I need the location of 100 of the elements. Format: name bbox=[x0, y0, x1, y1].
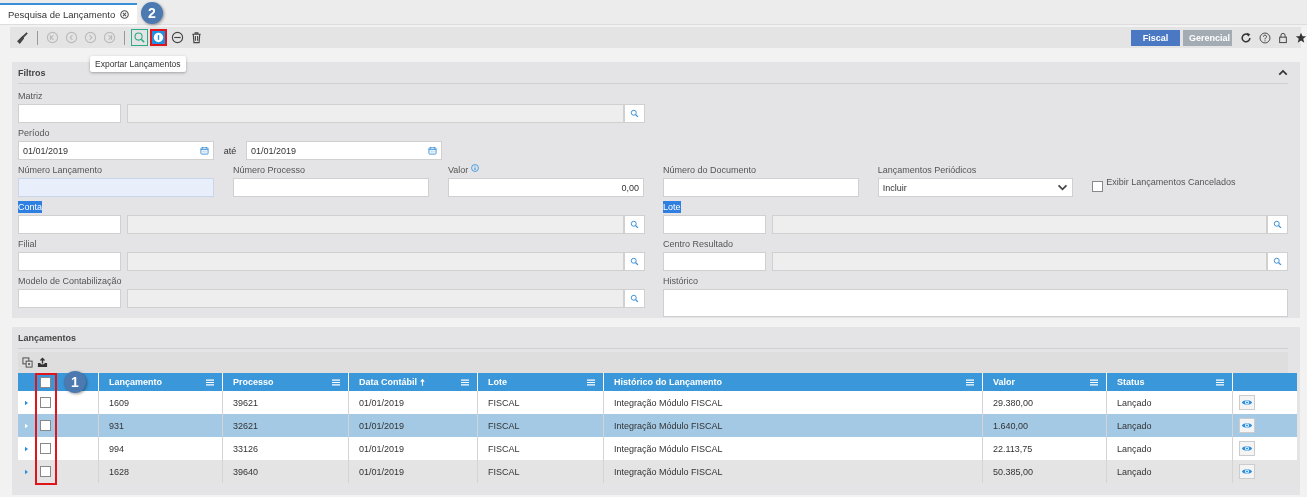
row-checkbox[interactable] bbox=[40, 397, 51, 408]
field-label: Filial bbox=[18, 238, 37, 250]
code-field[interactable] bbox=[663, 215, 766, 234]
expand-caret-icon[interactable] bbox=[25, 399, 28, 406]
amount-field[interactable]: 0,00 bbox=[448, 178, 644, 197]
field-label: Lançamentos Periódicos bbox=[877, 164, 977, 176]
search-icon[interactable] bbox=[630, 257, 639, 266]
text-field[interactable] bbox=[18, 178, 214, 197]
export-icon[interactable] bbox=[37, 357, 48, 368]
code-field[interactable] bbox=[18, 289, 121, 308]
description-field[interactable] bbox=[772, 215, 1267, 234]
search-button[interactable] bbox=[624, 215, 645, 234]
callout-badge: 2 bbox=[141, 2, 163, 24]
field-label: Histórico bbox=[663, 275, 698, 287]
checkbox[interactable] bbox=[1092, 181, 1104, 192]
expand-caret-icon[interactable] bbox=[25, 468, 28, 475]
code-field[interactable] bbox=[18, 252, 121, 271]
table-cell: FISCAL bbox=[477, 391, 603, 414]
column-menu-icon[interactable] bbox=[587, 378, 595, 386]
copy-icon[interactable] bbox=[22, 357, 33, 368]
panel-title: Lançamentos bbox=[18, 332, 77, 343]
table-cell: 32621 bbox=[222, 414, 348, 437]
refresh-icon[interactable] bbox=[1240, 31, 1252, 44]
table-row[interactable]: 1628 39640 01/01/2019 FISCAL Integração Módulo FISCAL 50.385,00 Lançado bbox=[18, 460, 1297, 483]
table-cell: Lançado bbox=[1106, 414, 1232, 437]
table-cell: 01/01/2019 bbox=[348, 391, 477, 414]
date-field[interactable]: 01/01/2019 bbox=[246, 141, 442, 160]
description-field[interactable] bbox=[127, 215, 624, 234]
column-menu-icon[interactable] bbox=[461, 378, 469, 386]
search-button[interactable] bbox=[1267, 252, 1288, 271]
table-cell: Integração Módulo FISCAL bbox=[603, 437, 982, 460]
info-icon[interactable] bbox=[471, 164, 480, 172]
description-field[interactable] bbox=[127, 104, 624, 123]
column-menu-icon[interactable] bbox=[1090, 378, 1098, 386]
column-menu-icon[interactable] bbox=[206, 378, 214, 386]
column-menu-icon[interactable] bbox=[332, 378, 340, 386]
column-menu-icon[interactable] bbox=[966, 378, 974, 386]
code-field[interactable] bbox=[663, 252, 766, 271]
range-separator: até bbox=[222, 145, 238, 156]
table-cell: 01/01/2019 bbox=[348, 414, 477, 437]
description-field[interactable] bbox=[772, 252, 1267, 271]
table-cell: 29.380,00 bbox=[982, 391, 1106, 414]
field-label: Número do Documento bbox=[663, 164, 757, 176]
collapse-chevron-icon[interactable] bbox=[1278, 69, 1288, 76]
search-icon[interactable] bbox=[630, 220, 639, 229]
search-button[interactable] bbox=[1267, 215, 1288, 234]
table-cell: 01/01/2019 bbox=[348, 437, 477, 460]
select-field[interactable]: Incluir bbox=[877, 178, 1074, 197]
code-field[interactable] bbox=[18, 215, 121, 234]
tooltip: Exportar Lançamentos bbox=[90, 56, 186, 72]
expand-caret-icon[interactable] bbox=[25, 445, 28, 452]
search-icon[interactable] bbox=[1273, 220, 1282, 229]
field-label: Lote bbox=[663, 201, 681, 213]
checkbox-label[interactable]: Exibir Lançamentos Cancelados bbox=[1106, 176, 1236, 188]
description-field[interactable] bbox=[127, 252, 624, 271]
star-icon[interactable] bbox=[1295, 31, 1307, 44]
select-all-checkbox[interactable] bbox=[40, 376, 51, 388]
field-label: Valor bbox=[448, 164, 469, 176]
table-cell: FISCAL bbox=[477, 414, 603, 437]
row-checkbox[interactable] bbox=[40, 420, 51, 431]
date-field[interactable]: 01/01/2019 bbox=[18, 141, 214, 160]
table-cell: 39621 bbox=[222, 391, 348, 414]
expand-caret-icon[interactable] bbox=[25, 422, 28, 429]
field-label: Modelo de Contabilização bbox=[18, 275, 122, 287]
search-icon[interactable] bbox=[630, 109, 639, 118]
table-row[interactable]: 1609 39621 01/01/2019 FISCAL Integração Módulo FISCAL 29.380,00 Lançado bbox=[18, 391, 1297, 414]
search-button[interactable] bbox=[624, 289, 645, 308]
field-label: Período bbox=[18, 127, 50, 139]
table-cell: 1609 bbox=[98, 391, 222, 414]
search-button[interactable] bbox=[624, 252, 645, 271]
search-button[interactable] bbox=[624, 104, 645, 123]
lock-icon[interactable] bbox=[1278, 31, 1288, 44]
text-field[interactable] bbox=[233, 178, 429, 197]
description-field[interactable] bbox=[127, 289, 624, 308]
sort-arrow-icon[interactable] bbox=[420, 377, 425, 387]
code-field[interactable] bbox=[18, 104, 121, 123]
field-label: Conta bbox=[18, 201, 43, 213]
row-checkbox[interactable] bbox=[40, 466, 51, 477]
search-icon[interactable] bbox=[1273, 257, 1282, 266]
column-menu-icon[interactable] bbox=[1216, 378, 1224, 386]
help-icon[interactable] bbox=[1259, 31, 1271, 44]
table-cell: Lançado bbox=[1106, 391, 1232, 414]
field-label: Número Processo bbox=[233, 164, 306, 176]
calendar-icon[interactable] bbox=[428, 146, 437, 155]
text-field[interactable] bbox=[663, 178, 859, 197]
view-toggle[interactable]: Fiscal bbox=[1131, 29, 1180, 46]
field-label: Centro Resultado bbox=[663, 238, 734, 250]
table-cell: 22.113,75 bbox=[982, 437, 1106, 460]
table-cell: FISCAL bbox=[477, 437, 603, 460]
close-icon[interactable] bbox=[120, 10, 130, 19]
table-row[interactable]: 931 32621 01/01/2019 FISCAL Integração Módulo FISCAL 1.640,00 Lançado bbox=[18, 414, 1297, 437]
tab[interactable]: Pesquisa de Lançamento bbox=[0, 3, 138, 24]
table-row[interactable]: 994 33126 01/01/2019 FISCAL Integração Módulo FISCAL 22.113,75 Lançado bbox=[18, 437, 1297, 460]
search-icon[interactable] bbox=[630, 294, 639, 303]
table-cell: 33126 bbox=[222, 437, 348, 460]
row-checkbox[interactable] bbox=[40, 443, 51, 454]
calendar-icon[interactable] bbox=[200, 146, 209, 155]
panel-title: Filtros bbox=[18, 67, 46, 78]
field-label: Número Lançamento bbox=[18, 164, 103, 176]
field-label: Matriz bbox=[18, 90, 43, 102]
